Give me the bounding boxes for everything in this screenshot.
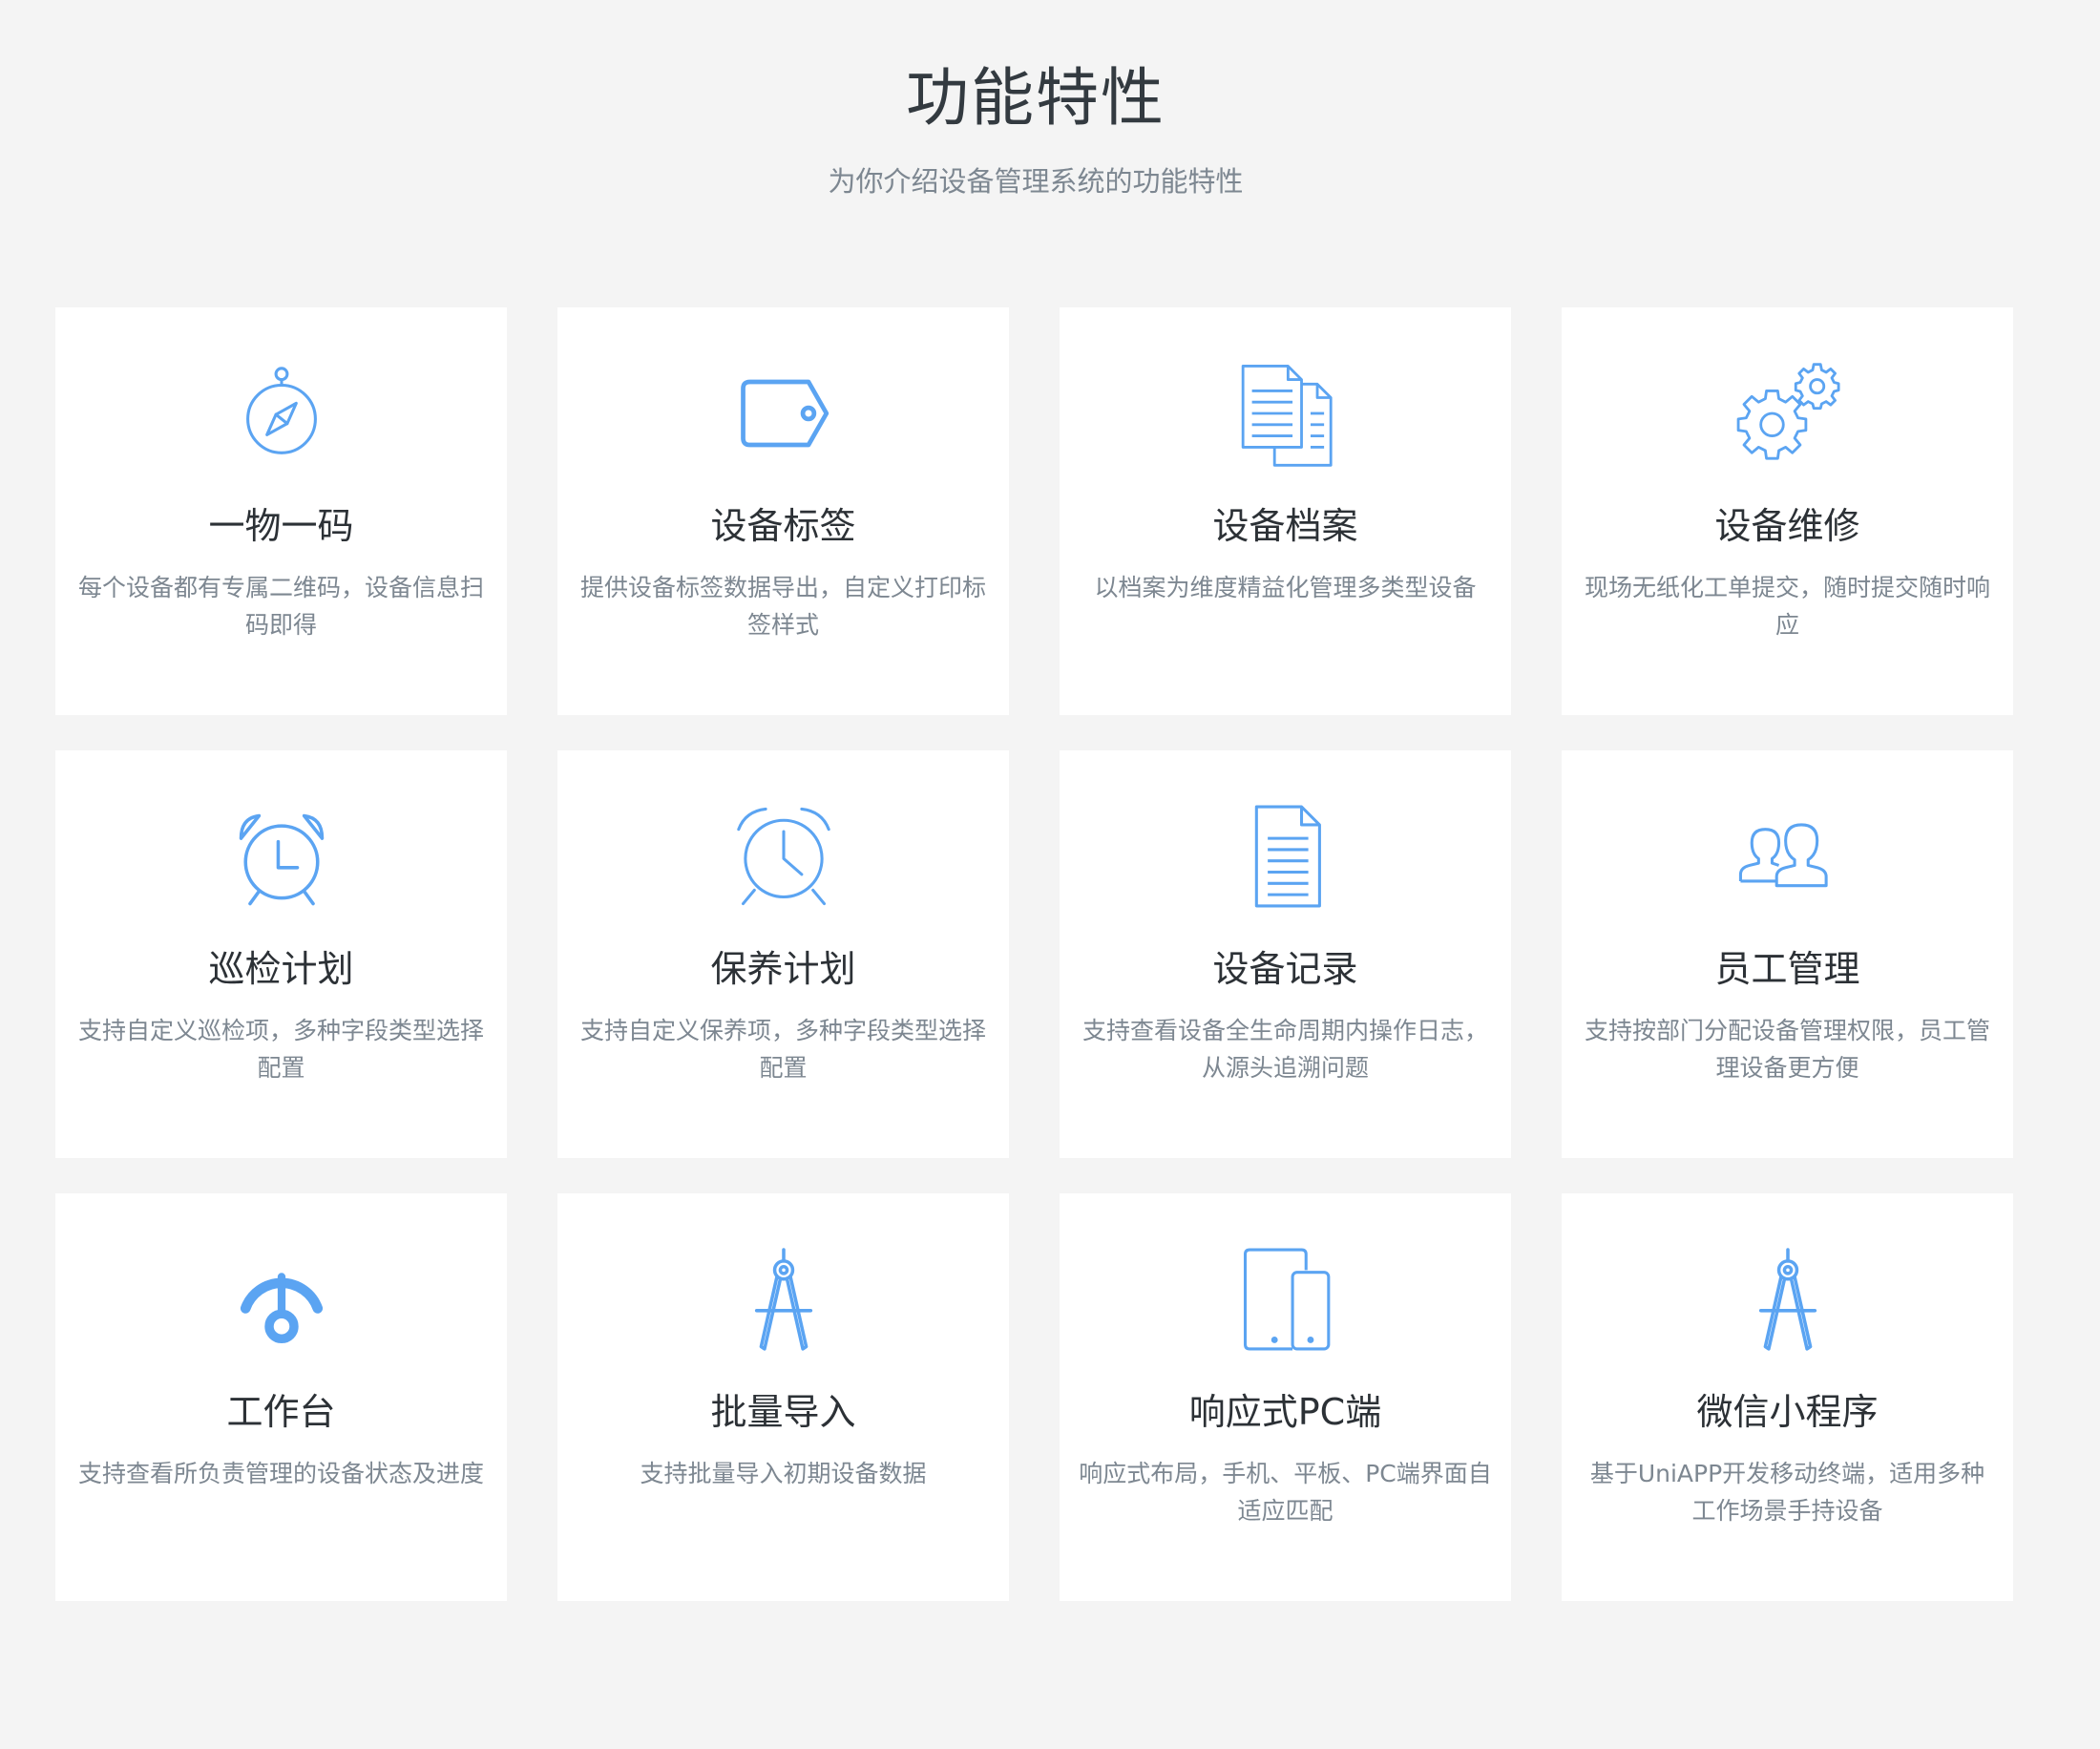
compass-icon (55, 357, 507, 470)
feature-description: 支持查看所负责管理的设备状态及进度 (77, 1460, 484, 1487)
feature-description: 支持自定义保养项，多种字段类型选择配置 (579, 1017, 986, 1082)
dashboard-icon (55, 1243, 507, 1356)
feature-grid: 一物一码 每个设备都有专属二维码，设备信息扫码即得 设备标签 提供设备标签数据导… (55, 307, 2014, 1601)
page-subtitle: 为你介绍设备管理系统的功能特性 (828, 165, 1244, 198)
feature-title: 微信小程序 (1696, 1391, 1879, 1433)
feature-card-device-records[interactable]: 设备记录 支持查看设备全生命周期内操作日志，从源头追溯问题 (1060, 750, 1511, 1158)
users-icon (1562, 800, 2013, 913)
feature-card-device-tag[interactable]: 设备标签 提供设备标签数据导出，自定义打印标签样式 (557, 307, 1009, 715)
feature-title: 巡检计划 (208, 948, 354, 990)
feature-description: 以档案为维度精益化管理多类型设备 (1094, 574, 1477, 601)
drafting-compass-icon (557, 1243, 1009, 1356)
alarm-clock-icon (55, 800, 507, 913)
gears-icon (1562, 357, 2013, 470)
alarm-clock-outline-icon (557, 800, 1009, 913)
feature-title: 响应式PC端 (1188, 1391, 1382, 1433)
feature-description: 现场无纸化工单提交，随时提交随时响应 (1584, 574, 1990, 639)
feature-title: 设备标签 (710, 505, 856, 547)
feature-card-responsive-pc[interactable]: 响应式PC端 响应式布局，手机、平板、PC端界面自适应匹配 (1060, 1193, 1511, 1601)
tablet-phone-icon (1060, 1243, 1511, 1356)
drafting-compass-icon (1562, 1243, 2013, 1356)
feature-title: 设备记录 (1212, 948, 1358, 990)
feature-card-inspection-plan[interactable]: 巡检计划 支持自定义巡检项，多种字段类型选择配置 (55, 750, 507, 1158)
feature-title: 批量导入 (710, 1391, 856, 1433)
page-title: 功能特性 (906, 61, 1166, 135)
feature-card-wechat-mini-program[interactable]: 微信小程序 基于UniAPP开发移动终端，适用多种工作场景手持设备 (1562, 1193, 2013, 1601)
feature-title: 设备档案 (1212, 505, 1358, 547)
documents-icon (1060, 357, 1511, 470)
feature-card-batch-import[interactable]: 批量导入 支持批量导入初期设备数据 (557, 1193, 1009, 1601)
feature-description: 响应式布局，手机、平板、PC端界面自适应匹配 (1079, 1460, 1492, 1525)
feature-description: 基于UniAPP开发移动终端，适用多种工作场景手持设备 (1589, 1460, 1985, 1525)
feature-title: 保养计划 (710, 948, 856, 990)
feature-description: 支持自定义巡检项，多种字段类型选择配置 (77, 1017, 484, 1082)
feature-card-one-code[interactable]: 一物一码 每个设备都有专属二维码，设备信息扫码即得 (55, 307, 507, 715)
feature-title: 员工管理 (1714, 948, 1860, 990)
feature-description: 每个设备都有专属二维码，设备信息扫码即得 (77, 574, 484, 639)
feature-card-device-archive[interactable]: 设备档案 以档案为维度精益化管理多类型设备 (1060, 307, 1511, 715)
document-icon (1060, 800, 1511, 913)
feature-card-workbench[interactable]: 工作台 支持查看所负责管理的设备状态及进度 (55, 1193, 507, 1601)
feature-card-device-repair[interactable]: 设备维修 现场无纸化工单提交，随时提交随时响应 (1562, 307, 2013, 715)
feature-description: 支持批量导入初期设备数据 (640, 1460, 927, 1487)
feature-description: 支持查看设备全生命周期内操作日志，从源头追溯问题 (1082, 1017, 1488, 1082)
feature-title: 设备维修 (1714, 505, 1860, 547)
feature-title: 一物一码 (208, 505, 354, 547)
feature-description: 提供设备标签数据导出，自定义打印标签样式 (579, 574, 986, 639)
feature-title: 工作台 (226, 1391, 336, 1433)
feature-card-staff-management[interactable]: 员工管理 支持按部门分配设备管理权限，员工管理设备更方便 (1562, 750, 2013, 1158)
feature-card-maintenance-plan[interactable]: 保养计划 支持自定义保养项，多种字段类型选择配置 (557, 750, 1009, 1158)
tag-icon (557, 357, 1009, 470)
feature-description: 支持按部门分配设备管理权限，员工管理设备更方便 (1584, 1017, 1990, 1082)
